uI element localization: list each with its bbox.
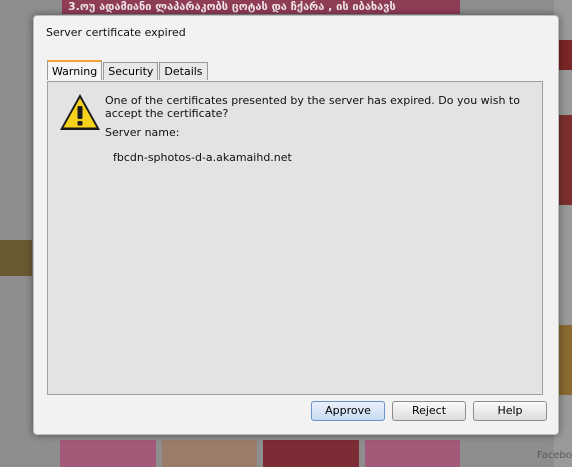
dialog-title: Server certificate expired	[46, 26, 186, 39]
background-thumbnail	[60, 440, 156, 467]
warning-panel: One of the certificates presented by the…	[47, 81, 543, 395]
background-left-thumbnail	[0, 240, 32, 276]
tab-details[interactable]: Details	[159, 62, 208, 80]
background-footer-text: Facebo	[536, 450, 572, 461]
tab-bar: Warning Security Details	[47, 60, 209, 80]
tab-warning[interactable]: Warning	[47, 60, 103, 80]
certificate-dialog: Server certificate expired Warning Secur…	[33, 15, 559, 435]
server-name-label: Server name:	[105, 126, 180, 139]
background-banner: 3.ოუ ადამიანი ლაპარაკობს ცოტას და ჩქარა …	[62, 0, 460, 14]
server-name-value: fbcdn-sphotos-d-a.akamaihd.net	[113, 151, 292, 164]
background-thumbnail-row	[60, 440, 460, 467]
reject-button[interactable]: Reject	[392, 401, 466, 421]
warning-message: One of the certificates presented by the…	[105, 94, 520, 120]
background-thumbnail	[263, 440, 359, 467]
background-thumbnail	[364, 440, 460, 467]
background-thumbnail	[161, 440, 257, 467]
tab-security[interactable]: Security	[103, 62, 159, 80]
approve-button[interactable]: Approve	[311, 401, 385, 421]
help-button[interactable]: Help	[473, 401, 547, 421]
warning-triangle-icon	[60, 94, 100, 130]
